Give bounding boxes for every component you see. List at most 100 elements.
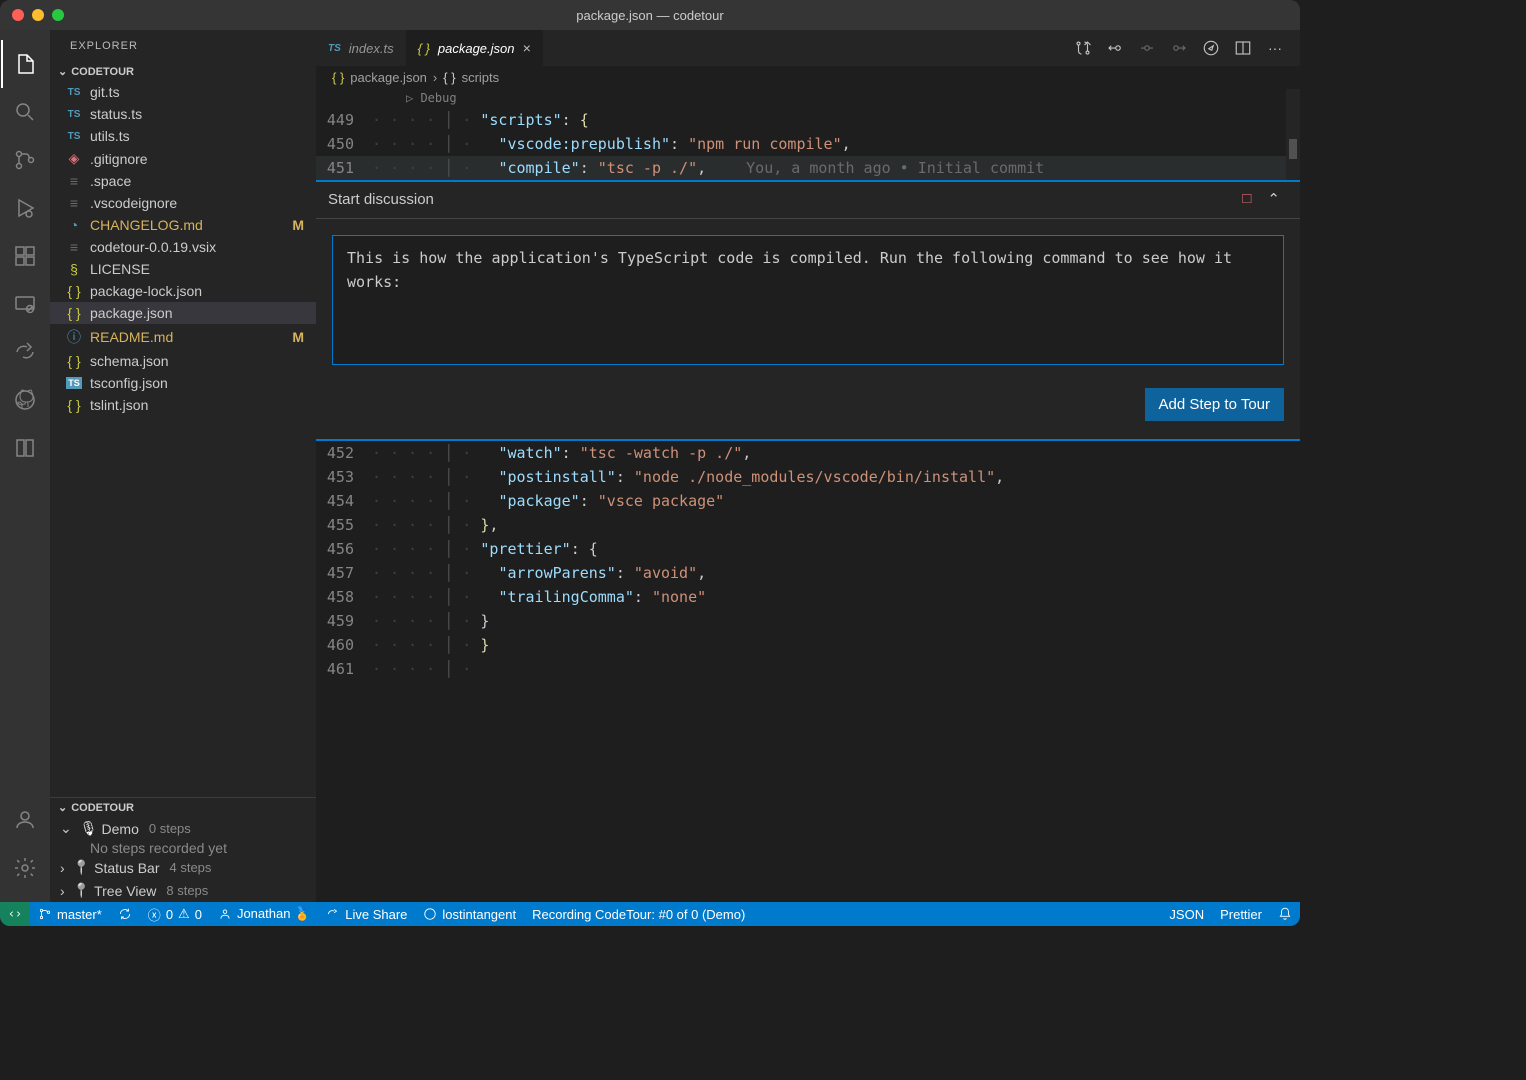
tour-detail: No steps recorded yet (50, 840, 316, 856)
file-item[interactable]: { }package-lock.json (50, 280, 316, 302)
git-blame: You, a month ago • Initial commit (746, 159, 1044, 177)
code-line[interactable]: 459· · · · │ · } (316, 609, 1300, 633)
live-share[interactable]: Live Share (318, 902, 415, 926)
sidebar: EXPLORER ⌄ CODETOUR TSgit.tsTSstatus.tsT… (50, 30, 316, 902)
code-line[interactable]: 454· · · · │ · "package": "vsce package" (316, 489, 1300, 513)
tour-item[interactable]: ⌄🎙 Demo0 steps (50, 817, 316, 840)
file-item[interactable]: TSgit.ts (50, 81, 316, 103)
code-line[interactable]: 455· · · · │ · }, (316, 513, 1300, 537)
remote-indicator[interactable] (0, 902, 30, 926)
git-branch[interactable]: master* (30, 902, 110, 926)
file-icon: ◔ (64, 217, 84, 233)
window-maximize[interactable] (52, 9, 64, 21)
language-mode[interactable]: JSON (1161, 902, 1212, 926)
extensions-icon[interactable] (1, 232, 49, 280)
add-step-button[interactable]: Add Step to Tour (1145, 388, 1284, 421)
code-line[interactable]: 450· · · · │ · "vscode:prepublish": "npm… (316, 132, 1300, 156)
tab-label: package.json (438, 41, 515, 56)
tour-steps: 8 steps (166, 883, 208, 898)
file-item[interactable]: ≡ codetour-0.0.19.vsix (50, 236, 316, 258)
tab[interactable]: TSindex.ts (316, 30, 406, 66)
split-editor-icon[interactable] (1228, 33, 1258, 63)
file-name: tslint.json (90, 397, 316, 413)
git-compare-icon[interactable] (1068, 33, 1098, 63)
account-icon[interactable] (1, 796, 49, 844)
code-line[interactable]: 451· · · · │ · "compile": "tsc -p ./",Yo… (316, 156, 1300, 180)
file-item[interactable]: TSstatus.ts (50, 103, 316, 125)
file-icon: ◈ (64, 150, 84, 167)
file-item[interactable]: ≡ .vscodeignore (50, 192, 316, 214)
stop-icon[interactable]: □ (1242, 190, 1251, 208)
code-line[interactable]: 460· · · · │ · } (316, 633, 1300, 657)
code-line[interactable]: 449· · · · │ · "scripts": { (316, 108, 1300, 132)
debug-codelens[interactable]: ▷ Debug (316, 89, 1300, 108)
file-icon: ≡ (64, 239, 84, 255)
file-item[interactable]: ≡.space (50, 170, 316, 192)
source-control-icon[interactable] (1, 136, 49, 184)
code-line[interactable]: 457· · · · │ · "arrowParens": "avoid", (316, 561, 1300, 585)
window-title: package.json — codetour (576, 8, 723, 23)
discussion-input[interactable] (332, 235, 1284, 365)
more-icon[interactable]: ··· (1260, 33, 1290, 63)
file-icon: ≡ (64, 195, 84, 211)
section-codetour[interactable]: ⌄ CODETOUR (50, 62, 316, 81)
user[interactable]: Jonathan 🏅 (210, 902, 318, 926)
problems[interactable]: ⓧ0⚠0 (140, 902, 210, 926)
file-item[interactable]: TStsconfig.json (50, 372, 316, 394)
section-codetour-panel[interactable]: ⌄ CODETOUR (50, 798, 316, 817)
code-line[interactable]: 456· · · · │ · "prettier": { (316, 537, 1300, 561)
file-item[interactable]: ◔CHANGELOG.mdM (50, 214, 316, 236)
run-debug-icon[interactable] (1, 184, 49, 232)
code-line[interactable]: 452· · · · │ · "watch": "tsc -watch -p .… (316, 441, 1300, 465)
file-item[interactable]: ⓘREADME.mdM (50, 324, 316, 350)
recording[interactable]: Recording CodeTour: #0 of 0 (Demo) (524, 902, 753, 926)
tour-icon: 📍 (73, 859, 90, 876)
minimap[interactable] (1286, 89, 1300, 180)
git-next-icon[interactable] (1164, 33, 1194, 63)
breadcrumb[interactable]: { } package.json › { } scripts (316, 66, 1300, 89)
code-top[interactable]: ▷ Debug 449· · · · │ · "scripts": {450· … (316, 89, 1300, 180)
github-icon[interactable] (1, 376, 49, 424)
settings-gear-icon[interactable] (1, 844, 49, 892)
chevron-up-icon[interactable]: ⌃ (1267, 190, 1280, 208)
window-close[interactable] (12, 9, 24, 21)
compass-icon[interactable] (1196, 33, 1226, 63)
code-bottom[interactable]: 452· · · · │ · "watch": "tsc -watch -p .… (316, 441, 1300, 681)
git-curr-icon[interactable] (1132, 33, 1162, 63)
file-item[interactable]: { }tslint.json (50, 394, 316, 416)
file-name: .vscodeignore (90, 195, 316, 211)
file-item[interactable]: §LICENSE (50, 258, 316, 280)
tab[interactable]: { }package.json× (406, 30, 543, 66)
code-line[interactable]: 458· · · · │ · "trailingComma": "none" (316, 585, 1300, 609)
tour-item[interactable]: ›📍 Tree View8 steps (50, 879, 316, 902)
notifications-icon[interactable] (1270, 902, 1300, 926)
code-line[interactable]: 453· · · · │ · "postinstall": "node ./no… (316, 465, 1300, 489)
book-icon[interactable] (1, 424, 49, 472)
git-prev-icon[interactable] (1100, 33, 1130, 63)
window-minimize[interactable] (32, 9, 44, 21)
close-icon[interactable]: × (523, 40, 531, 56)
account[interactable]: lostintangent (415, 902, 524, 926)
sidebar-title: EXPLORER (50, 30, 316, 62)
explorer-icon[interactable] (1, 40, 49, 88)
chevron-icon: › (60, 860, 65, 876)
tour-item[interactable]: ›📍 Status Bar4 steps (50, 856, 316, 879)
file-name: codetour-0.0.19.vsix (90, 239, 316, 255)
activity-bar (0, 30, 50, 902)
file-item[interactable]: { }package.json (50, 302, 316, 324)
file-item[interactable]: TSutils.ts (50, 125, 316, 147)
tab-label: index.ts (349, 41, 394, 56)
share-icon[interactable] (1, 328, 49, 376)
remote-icon[interactable] (1, 280, 49, 328)
file-icon: { } (64, 283, 84, 299)
file-name: LICENSE (90, 261, 316, 277)
code-line[interactable]: 461· · · · │ · (316, 657, 1300, 681)
file-name: .space (90, 173, 316, 189)
formatter[interactable]: Prettier (1212, 902, 1270, 926)
file-name: git.ts (90, 84, 316, 100)
sync-icon[interactable] (110, 902, 140, 926)
file-item[interactable]: { }schema.json (50, 350, 316, 372)
file-item[interactable]: ◈.gitignore (50, 147, 316, 170)
search-icon[interactable] (1, 88, 49, 136)
file-name: package.json (90, 305, 316, 321)
